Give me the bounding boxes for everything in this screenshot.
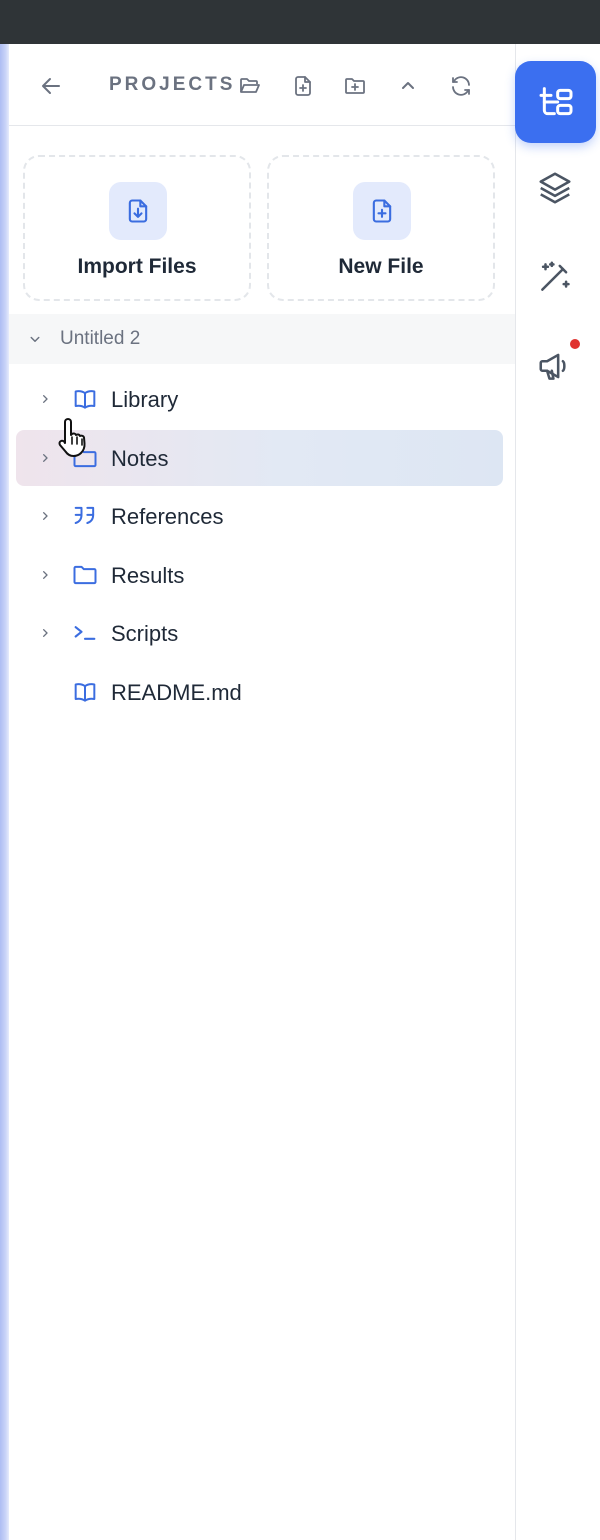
file-download-icon: [109, 182, 167, 240]
chevron-up-icon: [402, 82, 414, 89]
tree-item-label: Results: [111, 563, 185, 588]
import-files-label: Import Files: [77, 255, 197, 278]
chevron-right-icon: [43, 454, 48, 462]
left-edge-highlight: [0, 44, 9, 1540]
refresh-button[interactable]: [444, 69, 478, 103]
chevron-right-icon: [43, 511, 48, 520]
projects-panel: PROJECTS Import Files New File Untitled …: [9, 44, 515, 1540]
book-icon: [74, 683, 96, 702]
new-file-label: New File: [338, 255, 424, 278]
chevron-right-icon: [43, 571, 48, 579]
panel-header: PROJECTS: [9, 44, 515, 126]
layers-icon: [539, 172, 571, 204]
chevron-right-icon: [43, 395, 48, 403]
file-plus-icon: [353, 182, 411, 240]
back-button[interactable]: [34, 69, 68, 103]
project-name: Untitled 2: [60, 328, 141, 349]
new-file-button[interactable]: [286, 69, 320, 103]
quote-icon: [74, 506, 95, 524]
chevron-right-icon: [43, 629, 48, 637]
tree-item-scripts[interactable]: Scripts: [16, 605, 503, 661]
tree-item-readme[interactable]: README.md: [16, 664, 503, 720]
book-icon: [74, 390, 96, 409]
right-icon-rail: [515, 44, 600, 1540]
tree-item-label: References: [111, 504, 224, 529]
collapse-all-button[interactable]: [391, 69, 425, 103]
magic-wand-button[interactable]: [530, 252, 580, 302]
file-tree-button[interactable]: [515, 61, 596, 143]
tree-item-label: Scripts: [111, 621, 179, 646]
tree-item-references[interactable]: References: [16, 488, 503, 544]
project-section-header[interactable]: Untitled 2: [9, 314, 515, 364]
chevron-down-icon: [30, 336, 40, 342]
tree-item-results[interactable]: Results: [16, 547, 503, 603]
hand-pointer-cursor-icon: [58, 418, 86, 457]
import-files-card[interactable]: Import Files: [23, 155, 251, 301]
panel-title: PROJECTS: [109, 74, 236, 95]
new-folder-button[interactable]: [338, 69, 372, 103]
tree-item-label: README.md: [111, 680, 242, 705]
megaphone-icon: [539, 353, 566, 380]
tree-item-label: Notes: [111, 446, 169, 471]
notification-badge: [568, 337, 582, 351]
new-file-icon: [295, 76, 311, 96]
file-tree-icon: [539, 87, 572, 116]
folder-icon: [73, 565, 97, 585]
tree-item-label: Library: [111, 387, 179, 412]
arrow-left-icon: [42, 78, 60, 94]
window-top-bar: [0, 0, 600, 44]
magic-wand-icon: [541, 261, 570, 291]
new-file-card[interactable]: New File: [267, 155, 495, 301]
layers-button[interactable]: [530, 163, 580, 213]
terminal-icon: [74, 626, 96, 640]
new-folder-icon: [345, 78, 365, 94]
open-folder-icon: [240, 78, 260, 93]
open-folder-button[interactable]: [233, 69, 267, 103]
refresh-icon: [452, 76, 470, 96]
